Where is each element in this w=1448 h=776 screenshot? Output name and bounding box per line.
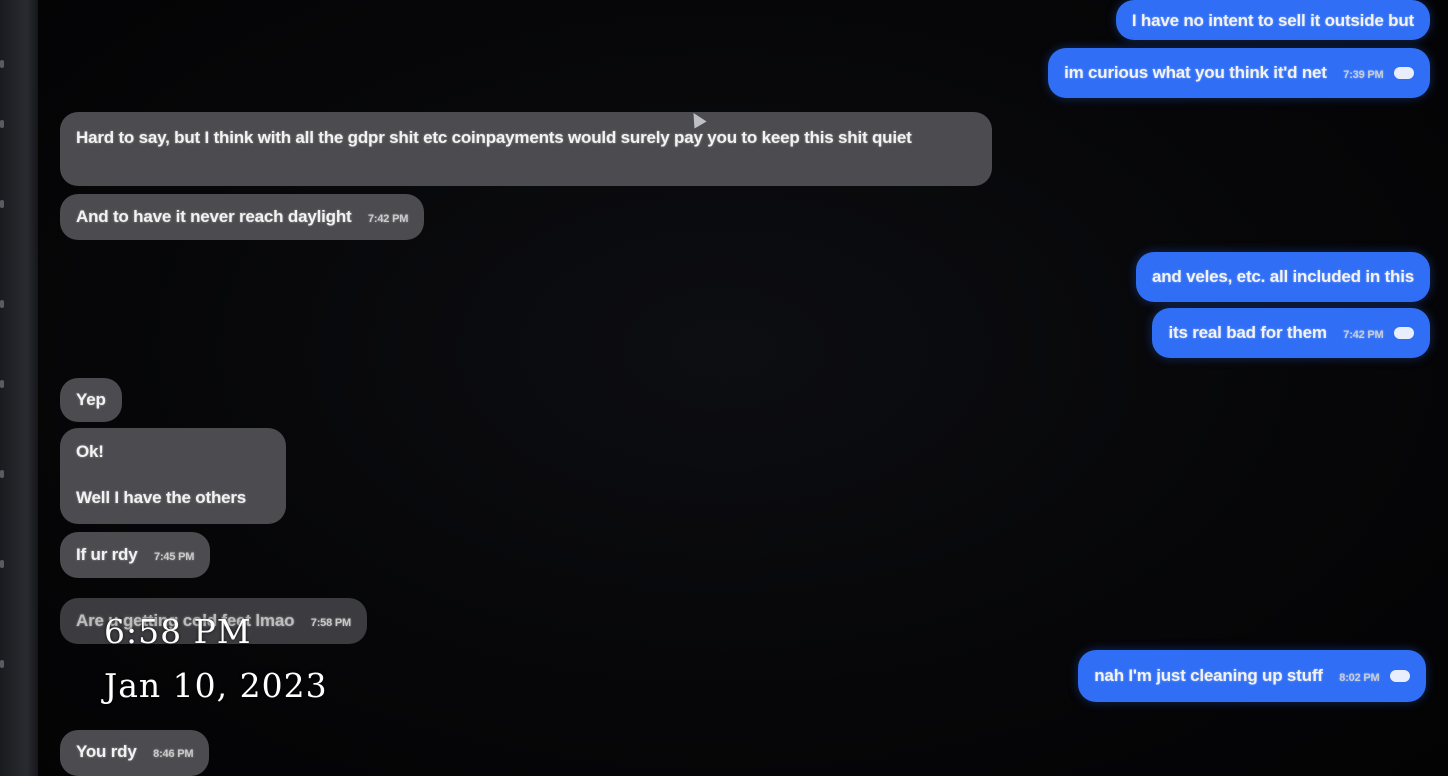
chat-screen: I have no intent to sell it outside but … — [0, 0, 1448, 776]
message-text: Yep — [76, 390, 106, 409]
message-text: its real bad for them — [1168, 323, 1327, 342]
message-timestamp: 8:02 PM — [1339, 672, 1380, 684]
sidebar-tick — [0, 660, 4, 668]
message-outgoing[interactable]: I have no intent to sell it outside but — [1115, 0, 1430, 40]
read-receipt-icon — [1390, 670, 1410, 682]
message-incoming[interactable]: Hard to say, but I think with all the gd… — [60, 112, 992, 186]
message-outgoing[interactable]: nah I'm just cleaning up stuff 8:02 PM — [1078, 650, 1426, 702]
overlay-time: 6:58 PM — [104, 612, 252, 651]
message-text: nah I'm just cleaning up stuff — [1094, 666, 1323, 685]
sidebar-tick — [0, 200, 4, 208]
message-outgoing[interactable]: its real bad for them 7:42 PM — [1152, 308, 1430, 358]
sidebar-tick — [0, 120, 4, 128]
message-timestamp: 7:42 PM — [1343, 329, 1384, 341]
message-text: Well I have the others — [76, 488, 247, 507]
message-incoming[interactable]: And to have it never reach daylight 7:42… — [60, 194, 425, 240]
overlay-date: Jan 10, 2023 — [104, 666, 328, 705]
read-receipt-icon — [1394, 327, 1414, 339]
message-text: If ur rdy — [76, 545, 138, 564]
message-text: I have no intent to sell it outside but — [1131, 11, 1414, 30]
sidebar-tick — [0, 300, 4, 308]
read-receipt-icon — [1394, 67, 1414, 79]
sidebar-tick — [0, 560, 4, 568]
message-timestamp: 7:39 PM — [1343, 69, 1384, 81]
message-incoming[interactable]: You rdy 8:46 PM — [60, 730, 210, 776]
message-timestamp: 7:45 PM — [154, 551, 195, 563]
message-text: You rdy — [76, 742, 137, 761]
message-text: Ok! — [76, 442, 104, 461]
message-outgoing[interactable]: and veles, etc. all included in this — [1135, 252, 1430, 302]
message-incoming[interactable]: Yep — [60, 378, 122, 422]
sidebar-tick — [0, 380, 4, 388]
sidebar-edge — [0, 0, 38, 776]
sidebar-tick — [0, 470, 4, 478]
message-timestamp: 7:58 PM — [310, 617, 351, 629]
message-text: and veles, etc. all included in this — [1151, 267, 1414, 286]
message-timestamp: 7:42 PM — [368, 213, 409, 225]
message-text: Hard to say, but I think with all the gd… — [76, 128, 912, 147]
message-outgoing[interactable]: im curious what you think it'd net 7:39 … — [1048, 48, 1430, 98]
sidebar-tick — [0, 60, 4, 68]
message-incoming[interactable]: Ok! Well I have the others — [60, 428, 286, 524]
message-text: im curious what you think it'd net — [1064, 63, 1327, 82]
message-timestamp: 8:46 PM — [153, 748, 194, 760]
message-incoming[interactable]: If ur rdy 7:45 PM — [60, 532, 211, 578]
message-text: And to have it never reach daylight — [76, 207, 352, 226]
